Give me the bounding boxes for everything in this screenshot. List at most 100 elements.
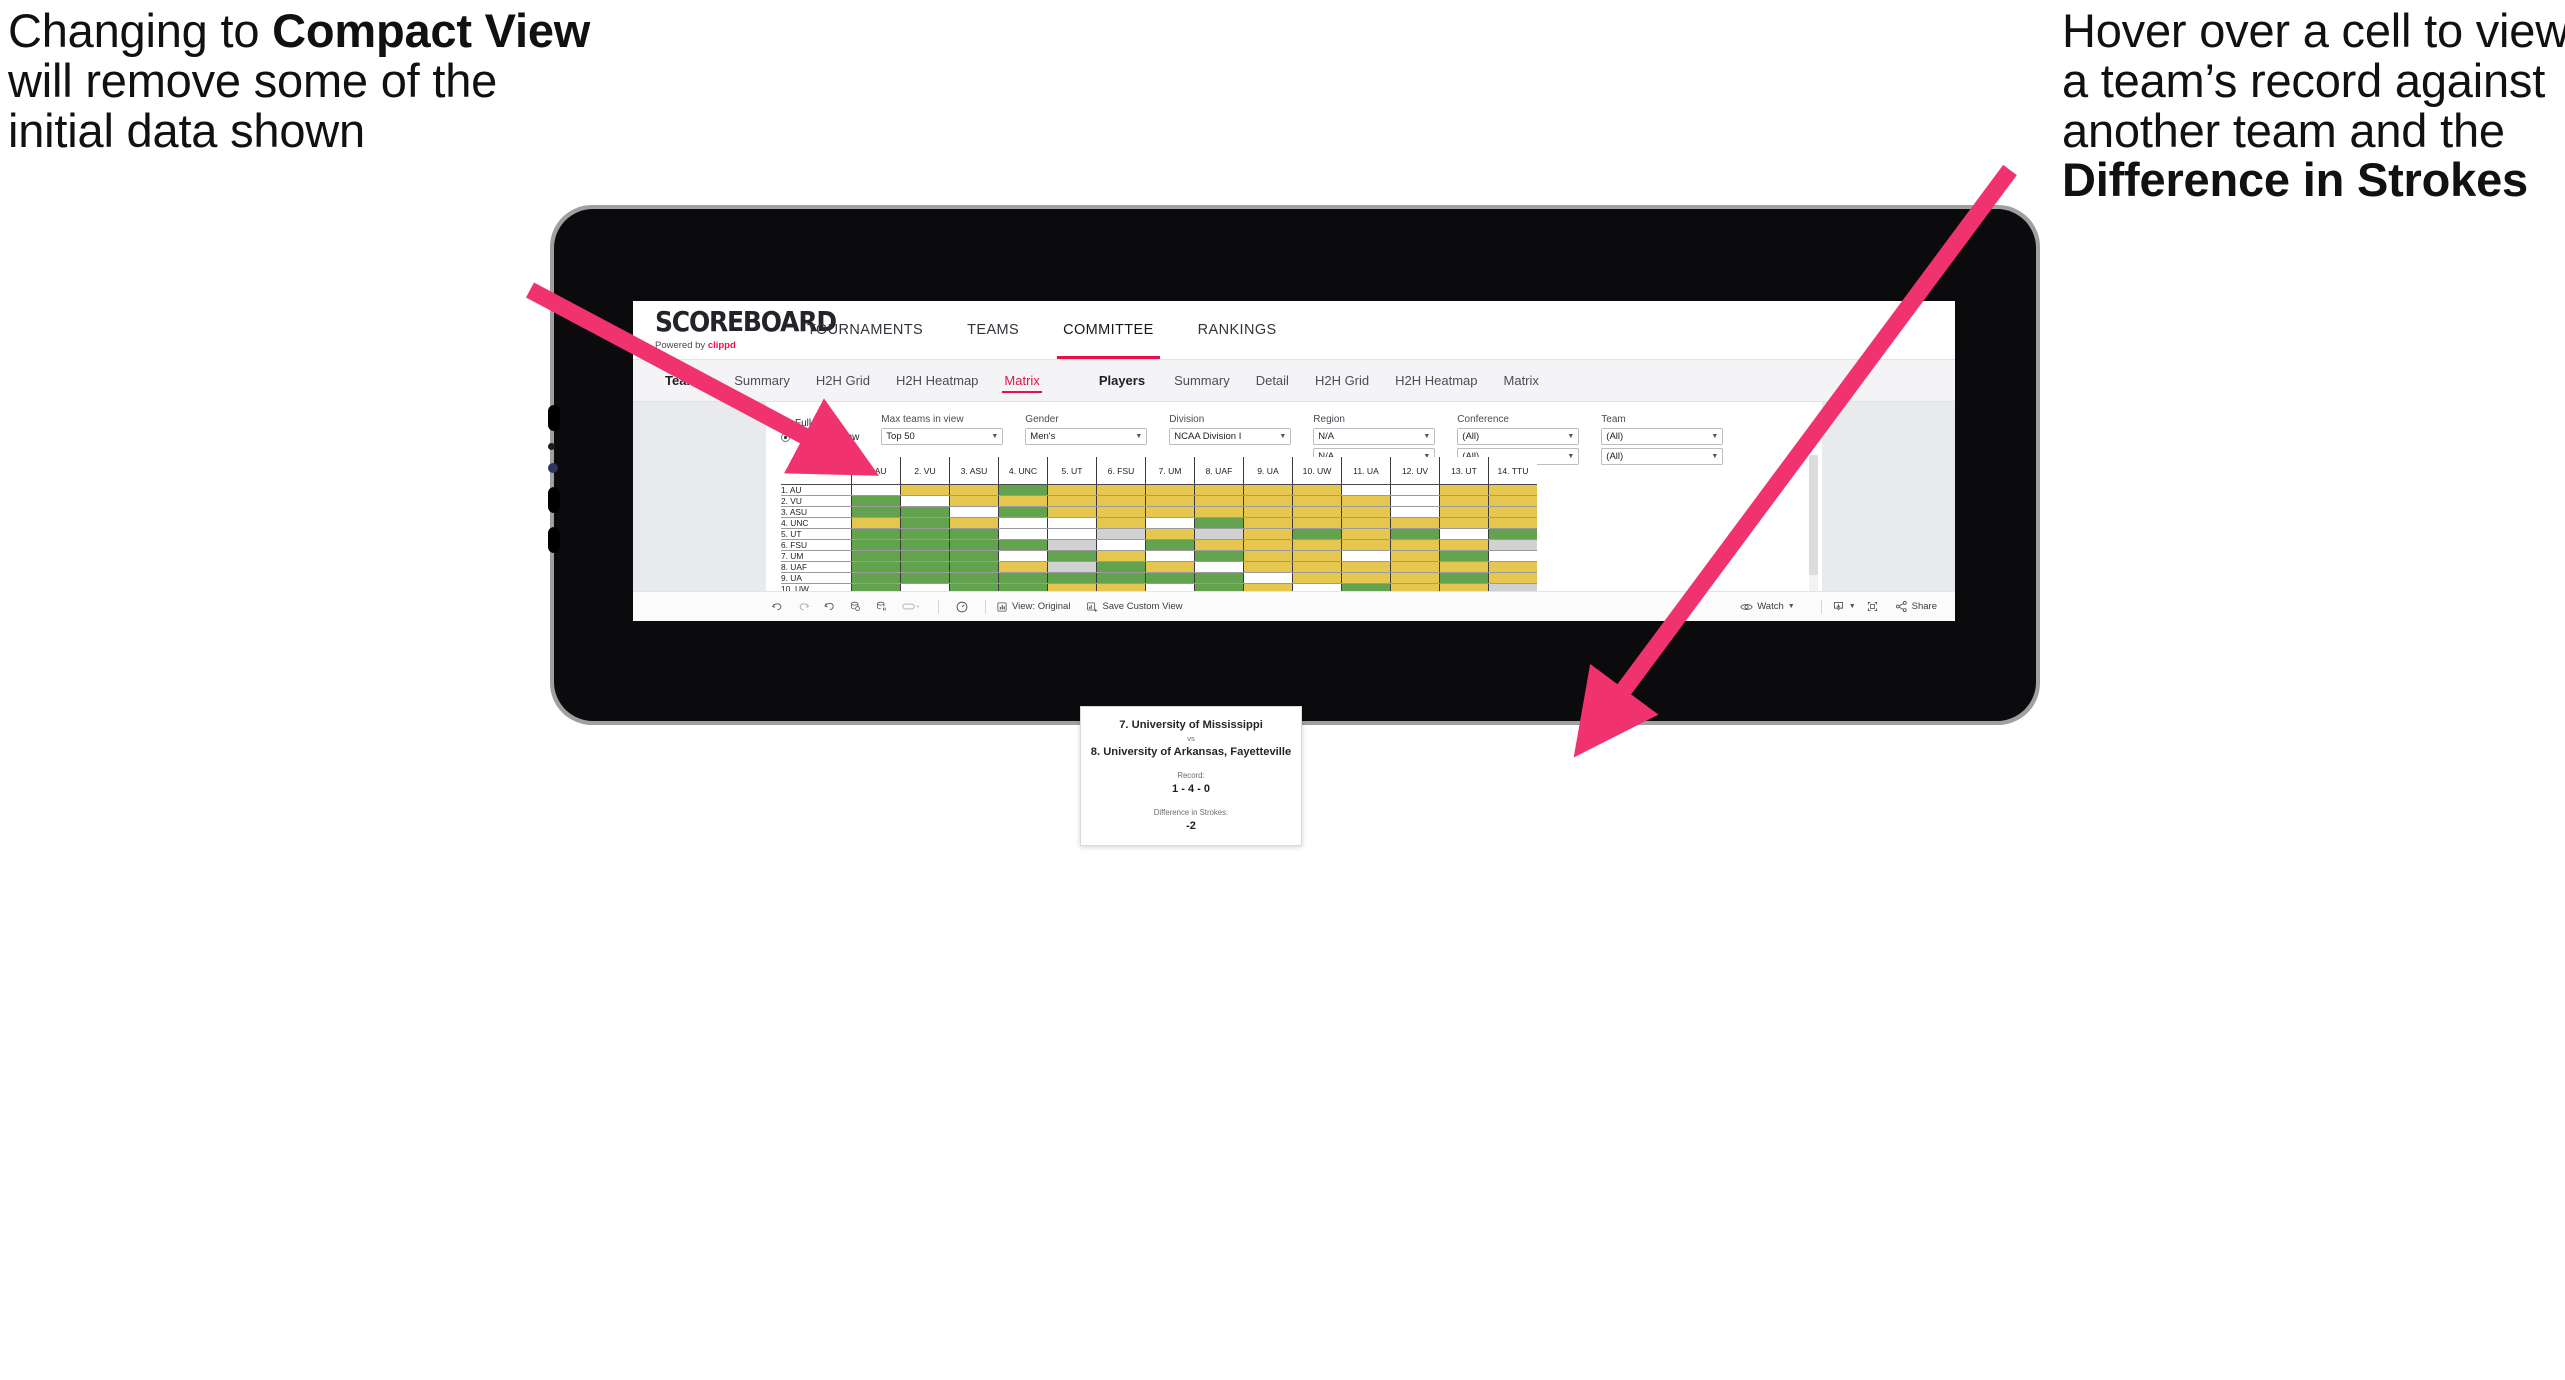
matrix-cell[interactable] [1488, 528, 1537, 540]
topnav-committee[interactable]: COMMITTEE [1041, 301, 1176, 359]
matrix-cell[interactable] [1439, 550, 1489, 562]
matrix-cell[interactable] [1243, 484, 1293, 496]
matrix-cell[interactable] [1194, 539, 1244, 551]
pause-data-icon[interactable] [868, 592, 894, 622]
save-custom-view-button[interactable]: Save Custom View [1086, 601, 1183, 613]
fullscreen-button[interactable] [1866, 600, 1883, 613]
matrix-cell[interactable] [1488, 506, 1537, 518]
matrix-cell[interactable] [1145, 484, 1195, 496]
matrix-cell[interactable] [1194, 495, 1244, 507]
matrix-cell[interactable] [1096, 528, 1146, 540]
matrix-cell[interactable] [998, 539, 1048, 551]
matrix-cell[interactable] [851, 572, 901, 584]
matrix-cell[interactable] [1096, 572, 1146, 584]
matrix-cell[interactable] [1341, 539, 1391, 551]
subnav-teams-h2h-grid[interactable]: H2H Grid [803, 366, 883, 396]
matrix-cell[interactable] [949, 550, 999, 562]
matrix-cell[interactable] [1488, 550, 1537, 562]
matrix-cell[interactable] [851, 561, 901, 573]
matrix-cell[interactable] [851, 484, 901, 496]
matrix-cell[interactable] [1194, 484, 1244, 496]
radio-compact-view[interactable]: Compact View [781, 432, 859, 443]
brand-logo[interactable]: SCOREBOARD Powered by clippd [633, 301, 837, 359]
matrix-cell[interactable] [1341, 550, 1391, 562]
matrix-cell[interactable] [1439, 517, 1489, 529]
subnav-players-matrix[interactable]: Matrix [1491, 366, 1552, 396]
matrix-cell[interactable] [1047, 484, 1097, 496]
download-button[interactable]: ▼ [1832, 600, 1856, 613]
subnav-players-detail[interactable]: Detail [1243, 366, 1302, 396]
matrix-cell[interactable] [1047, 517, 1097, 529]
subnav-players-h2h-grid[interactable]: H2H Grid [1302, 366, 1382, 396]
topnav-rankings[interactable]: RANKINGS [1176, 301, 1299, 359]
matrix-cell[interactable] [851, 495, 901, 507]
matrix-cell[interactable] [1390, 528, 1440, 540]
radio-full-view[interactable]: Full View [781, 418, 859, 429]
matrix-cell[interactable] [900, 506, 950, 518]
matrix-cell[interactable] [1488, 484, 1537, 496]
matrix-cell[interactable] [1390, 484, 1440, 496]
matrix-cell[interactable] [1292, 561, 1342, 573]
matrix-cell[interactable] [1096, 561, 1146, 573]
matrix-vscroll-thumb[interactable] [1809, 455, 1818, 575]
matrix-cell[interactable] [1488, 561, 1537, 573]
matrix-cell[interactable] [1145, 495, 1195, 507]
matrix-cell[interactable] [900, 539, 950, 551]
matrix-cell[interactable] [1390, 550, 1440, 562]
matrix-cell[interactable] [1047, 572, 1097, 584]
matrix-cell[interactable] [1194, 572, 1244, 584]
filter-team-select-1[interactable]: (All) ▼ [1601, 428, 1724, 445]
matrix-cell[interactable] [1047, 495, 1097, 507]
matrix-cell[interactable] [851, 517, 901, 529]
subnav-teams-h2h-heatmap[interactable]: H2H Heatmap [883, 366, 991, 396]
tablet-button-4[interactable] [548, 487, 560, 513]
filter-conference-select-1[interactable]: (All) ▼ [1457, 428, 1580, 445]
matrix-cell[interactable] [1096, 517, 1146, 529]
matrix-cell[interactable] [1243, 539, 1293, 551]
matrix-cell[interactable] [1488, 572, 1537, 584]
redo-icon[interactable] [790, 592, 816, 622]
matrix-cell[interactable] [998, 572, 1048, 584]
matrix-cell[interactable] [1439, 495, 1489, 507]
matrix-cell[interactable] [900, 528, 950, 540]
matrix-cell[interactable] [1341, 517, 1391, 529]
matrix-cell[interactable] [1096, 539, 1146, 551]
matrix-cell[interactable] [998, 528, 1048, 540]
revert-icon[interactable] [816, 592, 842, 622]
matrix-cell[interactable] [1047, 528, 1097, 540]
h2h-matrix[interactable]: 1. AU 2. VU 3. ASU 4. UNC 5. UT 6. FSU 7. UM 8.… [781, 457, 1807, 621]
matrix-cell[interactable] [1096, 550, 1146, 562]
matrix-cell[interactable] [1341, 561, 1391, 573]
matrix-cell[interactable] [1096, 495, 1146, 507]
share-button[interactable]: Share [1895, 600, 1937, 613]
matrix-cell[interactable] [1390, 539, 1440, 551]
matrix-cell[interactable] [1096, 506, 1146, 518]
filter-max-teams-select[interactable]: Top 50 ▼ [881, 428, 1004, 445]
filter-division-select[interactable]: NCAA Division I ▼ [1169, 428, 1292, 445]
matrix-cell[interactable] [1145, 572, 1195, 584]
matrix-cell[interactable] [998, 550, 1048, 562]
matrix-cell[interactable] [1341, 484, 1391, 496]
matrix-cell[interactable] [1292, 517, 1342, 529]
matrix-cell[interactable] [1194, 550, 1244, 562]
matrix-cell[interactable] [1292, 506, 1342, 518]
matrix-cell[interactable] [949, 506, 999, 518]
matrix-cell[interactable] [998, 506, 1048, 518]
undo-icon[interactable] [764, 592, 790, 622]
filter-region-select-1[interactable]: N/A ▼ [1313, 428, 1436, 445]
matrix-cell[interactable] [1439, 561, 1489, 573]
matrix-cell[interactable] [1194, 561, 1244, 573]
topnav-tournaments[interactable]: TOURNAMENTS [785, 301, 945, 359]
matrix-cell[interactable] [1488, 495, 1537, 507]
matrix-cell[interactable] [1194, 528, 1244, 540]
matrix-cell[interactable] [1341, 572, 1391, 584]
matrix-cell[interactable] [1390, 495, 1440, 507]
matrix-cell[interactable] [1047, 506, 1097, 518]
matrix-cell[interactable] [1390, 561, 1440, 573]
matrix-cell[interactable] [851, 506, 901, 518]
matrix-cell[interactable] [1439, 539, 1489, 551]
matrix-cell[interactable] [1243, 495, 1293, 507]
matrix-cell[interactable] [1243, 528, 1293, 540]
matrix-cell[interactable] [949, 517, 999, 529]
matrix-cell[interactable] [1243, 572, 1293, 584]
